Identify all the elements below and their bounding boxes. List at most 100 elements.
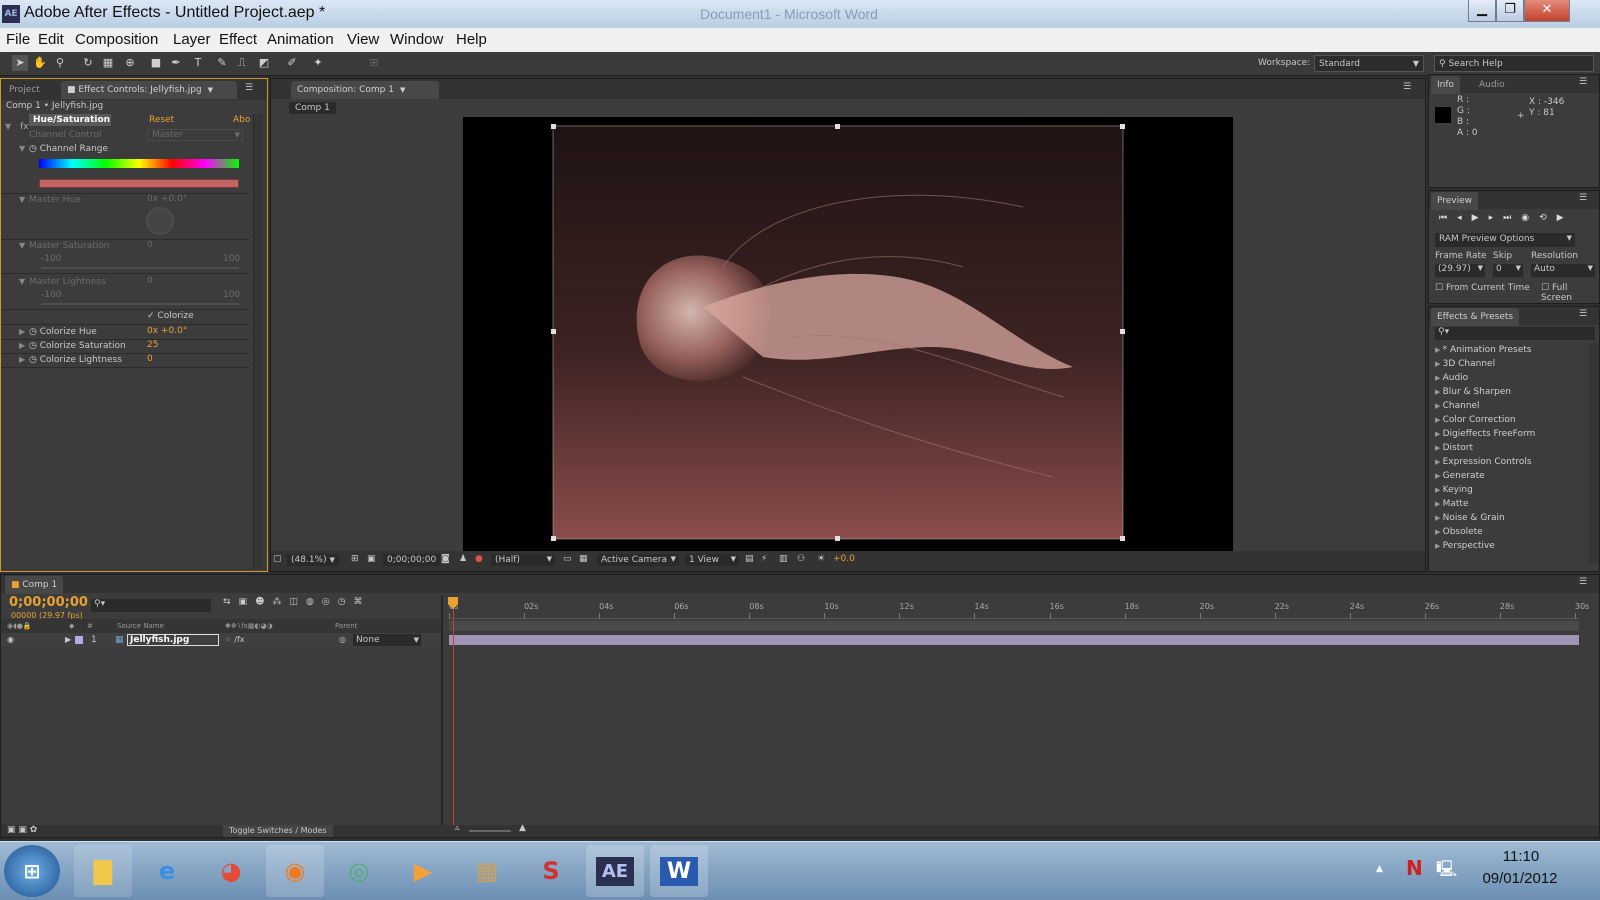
hand-tool-icon[interactable]: ✋	[32, 55, 48, 71]
colorize-checkbox[interactable]: ✓ Colorize	[147, 311, 194, 321]
effects-category-item[interactable]: ▶ Color Correction	[1435, 413, 1516, 427]
tab-composition[interactable]: Composition: Comp 1 ▼	[291, 81, 439, 99]
expand-triangle-icon[interactable]: ▶	[1435, 388, 1443, 396]
parent-select[interactable]: None ▼	[353, 634, 421, 646]
chrome-icon[interactable]: ◕	[202, 845, 260, 897]
effects-category-item[interactable]: ▶ Matte	[1435, 497, 1468, 511]
text-tool-icon[interactable]: T	[190, 55, 206, 71]
zoom-out-icon[interactable]: ▵	[455, 823, 460, 833]
effects-category-item[interactable]: ▶ 3D Channel	[1435, 357, 1495, 371]
panel-menu-icon[interactable]: ☰	[245, 83, 253, 93]
master-saturation-slider[interactable]	[41, 267, 239, 269]
visibility-eye-icon[interactable]: ◉	[7, 633, 14, 647]
first-frame-icon[interactable]: ⏮	[1439, 213, 1457, 223]
expand-triangle-icon[interactable]: ▶	[1435, 346, 1443, 354]
expand-triangle-icon[interactable]: ▶	[1435, 430, 1443, 438]
reset-link[interactable]: Reset	[149, 115, 174, 125]
pickwhip-icon[interactable]: ◎	[339, 633, 346, 647]
colorize-lightness-value[interactable]: 0	[147, 354, 153, 364]
expand-triangle-icon[interactable]: ▶	[1435, 528, 1443, 536]
channel-icon[interactable]: ●	[475, 554, 483, 564]
search-help-input[interactable]: ⚲ Search Help	[1434, 55, 1594, 72]
firefox-icon[interactable]: ◉	[266, 845, 324, 897]
effects-category-item[interactable]: ▶ Obsolete	[1435, 525, 1483, 539]
pixel-aspect-icon[interactable]: ▤	[745, 554, 754, 564]
about-link[interactable]: Abo	[233, 115, 250, 125]
rotation-tool-icon[interactable]: ↻	[80, 55, 96, 71]
flowchart-icon[interactable]: ⚇	[797, 554, 805, 564]
collapse-triangle-icon[interactable]: ▼	[19, 142, 29, 156]
region-of-interest-icon[interactable]: ▭	[563, 554, 572, 564]
safe-margins-icon[interactable]: ▢	[273, 554, 282, 564]
show-snapshot-icon[interactable]: ♟	[459, 554, 467, 564]
auto-keyframe-icon[interactable]: ◎	[322, 597, 338, 607]
collapse-triangle-icon[interactable]: ▼	[5, 122, 15, 131]
photos-icon[interactable]: ▦	[458, 845, 516, 897]
roto-brush-tool-icon[interactable]: ✐	[284, 55, 300, 71]
restore-icon[interactable]: ❐	[1496, 0, 1524, 22]
clock-time[interactable]: 11:10	[1476, 848, 1566, 865]
expand-triangle-icon[interactable]: ▶	[19, 353, 29, 367]
workspace-select[interactable]: Standard ▼	[1314, 55, 1424, 72]
word-icon[interactable]: W	[650, 845, 708, 897]
panel-menu-icon[interactable]: ☰	[1403, 82, 1411, 92]
draft-3d-icon[interactable]: ▣	[239, 597, 256, 607]
footer-toggle-icons[interactable]: ▣ ▣ ✿	[7, 825, 37, 835]
effect-name[interactable]: Hue/Saturation	[29, 114, 111, 126]
tab-info[interactable]: Info	[1431, 76, 1461, 94]
effects-category-item[interactable]: ▶ * Animation Presets	[1435, 343, 1531, 357]
pen-tool-icon[interactable]: ✒	[168, 55, 184, 71]
fx-icon[interactable]: fx	[20, 122, 29, 132]
menu-layer[interactable]: Layer	[173, 31, 211, 48]
rectangle-tool-icon[interactable]: ■	[148, 55, 164, 71]
label-color-swatch[interactable]	[75, 636, 83, 644]
effects-category-item[interactable]: ▶ Perspective	[1435, 539, 1495, 553]
sbp-icon[interactable]: S	[522, 845, 580, 897]
brush-tool-icon[interactable]: ✎	[214, 55, 230, 71]
camera-select[interactable]: Active Camera ▼	[597, 554, 679, 566]
network-icon[interactable]: 🖳	[1436, 858, 1457, 885]
grid-icon[interactable]: ⊞	[351, 554, 359, 564]
tab-project[interactable]: Project	[3, 81, 46, 99]
expand-triangle-icon[interactable]: ▶	[1435, 514, 1443, 522]
menu-view[interactable]: View	[347, 31, 379, 48]
expand-triangle-icon[interactable]: ▶	[1435, 458, 1443, 466]
panel-menu-icon[interactable]: ☰	[1579, 577, 1587, 587]
expand-triangle-icon[interactable]: ▶	[1435, 500, 1443, 508]
view-layout-select[interactable]: 1 View ▼	[685, 554, 739, 566]
eraser-tool-icon[interactable]: ◩	[256, 55, 272, 71]
axis-mode-icon[interactable]: ⊞	[366, 55, 382, 71]
colorize-saturation-value[interactable]: 25	[147, 340, 158, 350]
expand-triangle-icon[interactable]: ▶	[1435, 486, 1443, 494]
effects-category-item[interactable]: ▶ Keying	[1435, 483, 1473, 497]
stopwatch-icon[interactable]: ◷	[29, 341, 40, 351]
brainstorm-icon[interactable]: ◍	[306, 597, 322, 607]
mask-visibility-icon[interactable]: ▣	[367, 554, 376, 564]
timeline-icon[interactable]: ▥	[779, 554, 788, 564]
zoom-select[interactable]: (48.1%) ▼	[287, 554, 339, 566]
file-explorer-icon[interactable]: ▇	[74, 845, 132, 897]
channel-control-select[interactable]: Master ▼	[147, 129, 243, 141]
tray-n-icon[interactable]: N	[1406, 856, 1423, 880]
timeline-zoom-slider[interactable]	[469, 830, 511, 832]
pan-behind-tool-icon[interactable]: ⊕	[122, 55, 138, 71]
stopwatch-icon[interactable]: ◷	[29, 144, 40, 154]
media-player-icon[interactable]: ▶	[394, 845, 452, 897]
expand-triangle-icon[interactable]: ▶	[1435, 360, 1443, 368]
expand-triangle-icon[interactable]: ▶	[1435, 444, 1443, 452]
collapse-triangle-icon[interactable]: ▼	[19, 239, 29, 253]
effects-category-item[interactable]: ▶ Generate	[1435, 469, 1485, 483]
panel-menu-icon[interactable]: ☰	[1579, 193, 1587, 203]
expand-triangle-icon[interactable]: ▶	[65, 633, 71, 647]
tab-preview[interactable]: Preview	[1431, 192, 1479, 210]
expand-triangle-icon[interactable]: ▶	[1435, 472, 1443, 480]
hide-shy-layers-icon[interactable]: ☻	[255, 597, 272, 607]
motion-blur-icon[interactable]: ◫	[289, 597, 306, 607]
menu-file[interactable]: File	[6, 31, 30, 48]
full-screen-checkbox[interactable]: ☐ Full Screen	[1541, 283, 1599, 303]
effects-category-item[interactable]: ▶ Audio	[1435, 371, 1468, 385]
minimize-icon[interactable]: ▁	[1468, 0, 1496, 22]
close-icon[interactable]: ✕	[1524, 0, 1570, 22]
exposure-icon[interactable]: ☀	[817, 554, 825, 564]
menu-animation[interactable]: Animation	[267, 31, 334, 48]
